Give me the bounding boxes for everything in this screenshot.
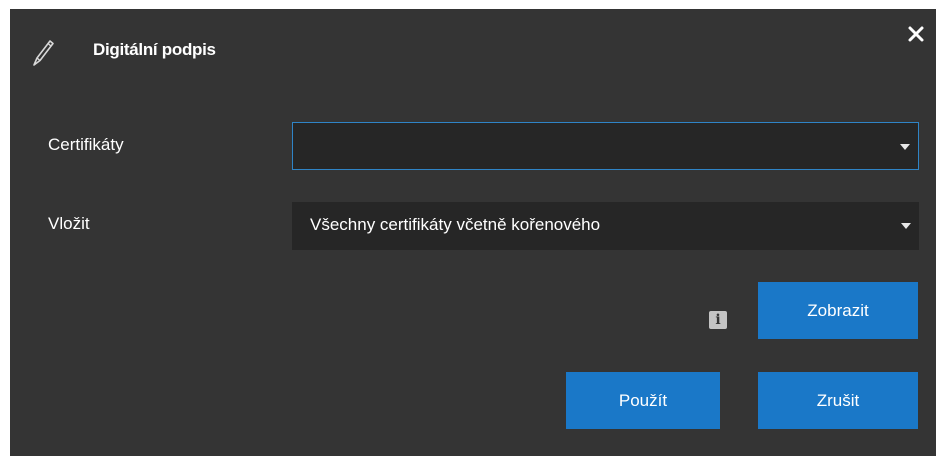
info-icon[interactable]: i xyxy=(709,311,727,329)
chevron-down-icon xyxy=(901,223,911,229)
close-icon[interactable] xyxy=(906,24,926,44)
insert-select[interactable]: Všechny certifikáty včetně kořenového xyxy=(292,202,919,250)
dialog-title: Digitální podpis xyxy=(93,40,216,59)
insert-label: Vložit xyxy=(48,214,90,233)
pencil-icon xyxy=(33,40,54,66)
digital-signature-dialog: Digitální podpis Certifikáty Vložit Všec… xyxy=(10,9,936,456)
insert-select-value: Všechny certifikáty včetně kořenového xyxy=(310,215,601,234)
chevron-down-icon xyxy=(900,144,910,150)
cancel-button[interactable]: Zrušit xyxy=(758,372,918,429)
show-button[interactable]: Zobrazit xyxy=(758,282,918,339)
certificates-select[interactable] xyxy=(292,122,919,170)
certificates-label: Certifikáty xyxy=(48,135,124,154)
apply-button[interactable]: Použít xyxy=(566,372,720,429)
